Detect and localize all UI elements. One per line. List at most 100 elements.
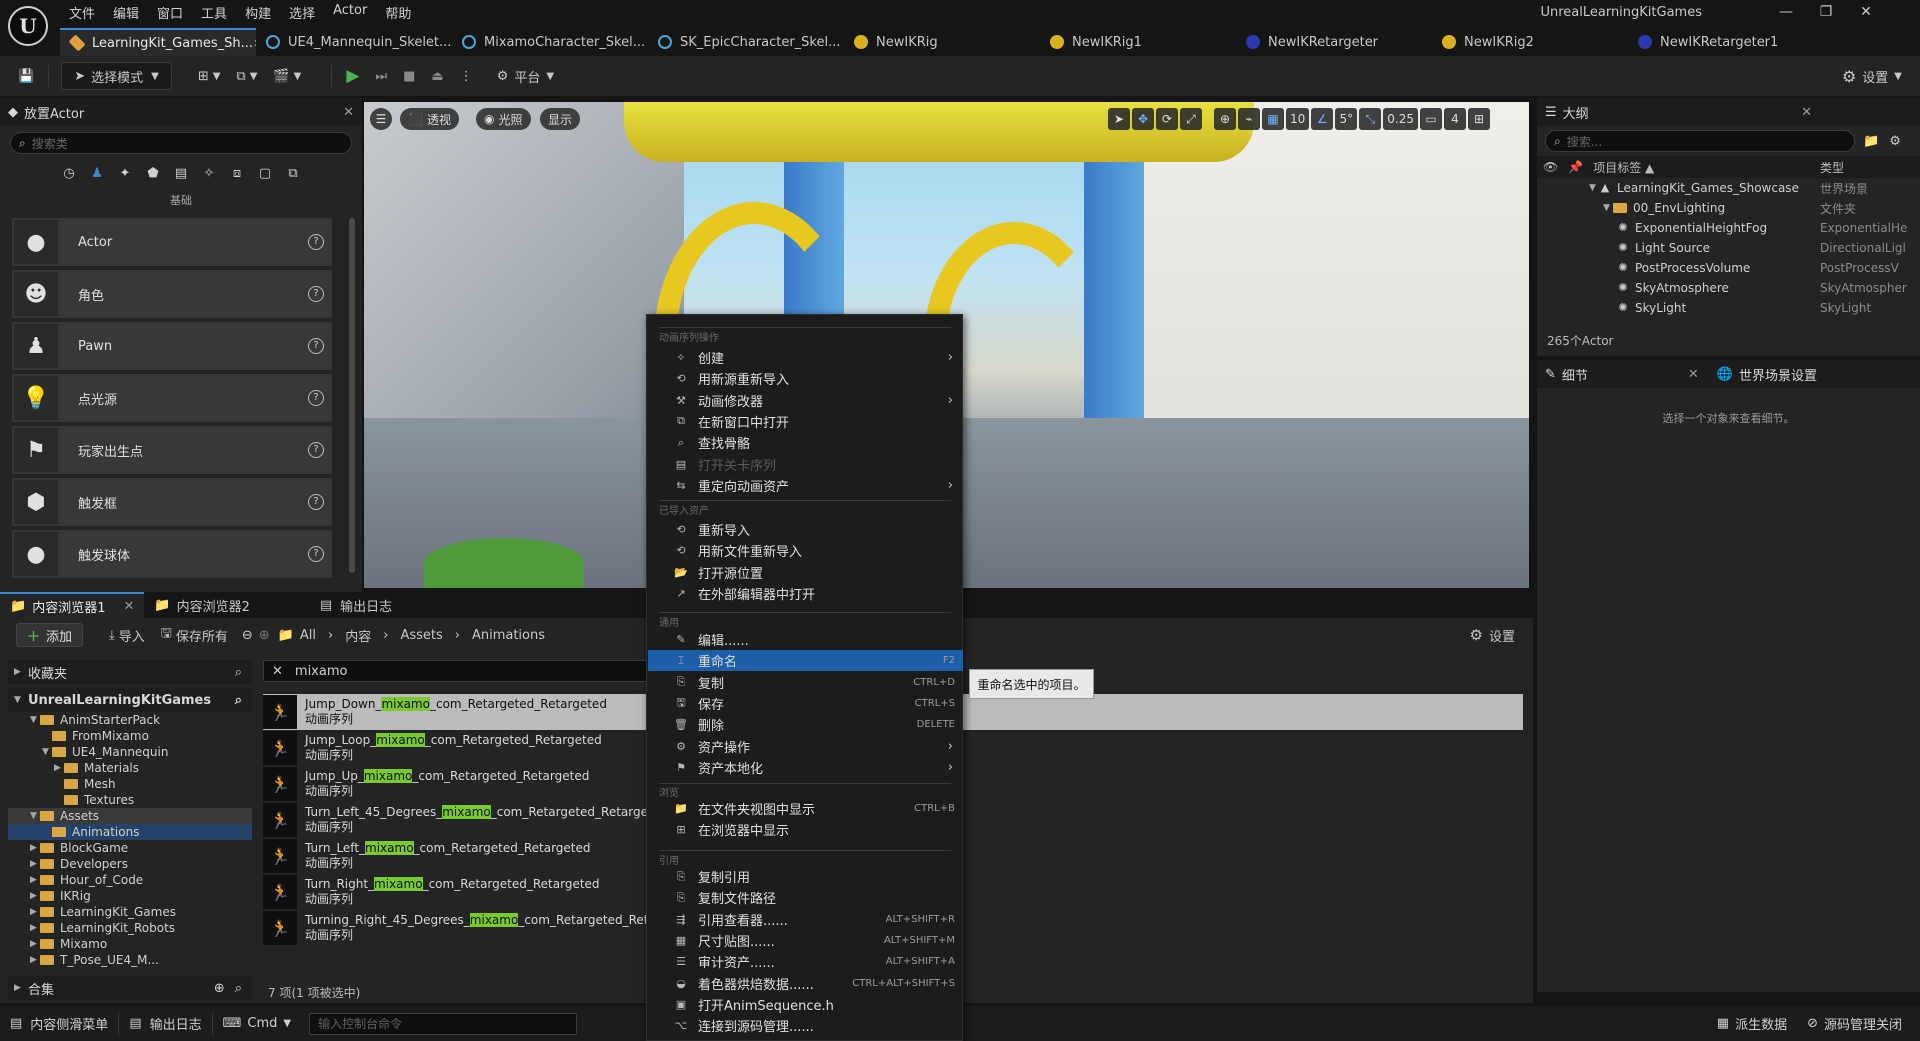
add-collection-icon[interactable]: ⊕ (214, 981, 225, 996)
chevron-down-icon[interactable]: ▼ (1603, 203, 1613, 213)
scrollbar[interactable] (349, 218, 355, 573)
outliner-row[interactable]: ✺ ExponentialHeightFog ExponentialHe (1537, 218, 1920, 238)
close-icon[interactable]: ✕ (123, 599, 134, 614)
help-icon[interactable]: ? (308, 234, 324, 250)
surface-snap-icon[interactable]: ⌁ (1238, 108, 1260, 130)
menu-item[interactable]: 🗑 删除 DELETE (648, 714, 963, 735)
stop-icon[interactable]: ■ (395, 62, 423, 90)
folder-tree-item[interactable]: ▶ Hour_of_Code (8, 872, 252, 888)
menu-item[interactable]: 📂 打开源位置 (648, 562, 963, 583)
perspective-button[interactable]: ⬛ 透视 (400, 108, 459, 130)
search-icon[interactable]: ⌕ (235, 665, 242, 680)
folder-tree-item[interactable]: ▼ UE4_Mannequin (8, 744, 252, 760)
menu-item[interactable]: ⟲ 用新文件重新导入 (648, 540, 963, 561)
menu-item[interactable]: ⧉ 在新窗口中打开 (648, 411, 963, 432)
gear-icon[interactable]: ⚙ (1889, 134, 1901, 149)
eject-icon[interactable]: ⏏ (423, 62, 451, 90)
menu-item[interactable]: ⟲ 用新源重新导入 (648, 368, 963, 389)
platform-button[interactable]: ⚙ 平台 ▼ (489, 62, 562, 90)
play-options-icon[interactable]: ⋮ (452, 62, 481, 90)
chevron-right-icon[interactable]: ▶ (30, 843, 40, 853)
menu-item[interactable]: ⎘ 复制文件路径 (648, 887, 963, 908)
source-control-button[interactable]: ⊘ 源码管理关闭 (1797, 1009, 1912, 1039)
output-log-button[interactable]: ▤ 输出日志 (119, 1009, 211, 1039)
type-column[interactable]: 类型 (1820, 159, 1844, 176)
add-content-button[interactable]: ⊞ ▼ (190, 62, 229, 90)
asset-search-input[interactable]: ✕ mixamo (263, 660, 653, 682)
basic-category-icon[interactable]: ♟ (86, 162, 108, 184)
menu-item[interactable]: ⇆ 重定向动画资产 › (648, 475, 963, 496)
grid-snap-icon[interactable]: ▦ (1262, 108, 1284, 130)
folder-tree-item[interactable]: Textures (8, 792, 252, 808)
maximize-icon[interactable]: ❐ (1816, 4, 1836, 24)
show-button[interactable]: 显示 (540, 108, 581, 130)
cinematic-icon[interactable]: ▤ (170, 162, 192, 184)
chevron-down-icon[interactable]: ▼ (1589, 183, 1599, 193)
blueprint-button[interactable]: ⧉ ▼ (228, 62, 265, 90)
menu-item[interactable]: ⚑ 资产本地化 › (648, 757, 963, 778)
cmd-selector[interactable]: ⌨ Cmd ▼ (213, 1009, 301, 1039)
document-tab[interactable]: NewIKRig1 (1040, 28, 1236, 56)
menu-item[interactable]: ⇶ 引用查看器...... ALT+SHIFT+R (648, 909, 963, 930)
rotation-snap-value[interactable]: 5° (1335, 108, 1358, 130)
menu-item[interactable]: 窗口 (148, 0, 192, 24)
scale-snap-icon[interactable]: ⤡ (1359, 108, 1382, 130)
menu-item[interactable]: ✧ 创建 › (648, 347, 963, 368)
document-tab[interactable]: MixamoCharacter_Skel... (452, 28, 648, 56)
document-tab[interactable]: UE4_Mannequin_Skelet... (256, 28, 452, 56)
clear-icon[interactable]: ✕ (272, 664, 283, 679)
favorites-header[interactable]: ▶ 收藏夹 ⌕ (8, 660, 252, 684)
menu-item[interactable]: ⚒ 动画修改器 › (648, 390, 963, 411)
actor-list-item[interactable]: ● Actor? (12, 218, 332, 266)
lights-icon[interactable]: ✦ (114, 162, 136, 184)
grid-snap-value[interactable]: 10 (1286, 108, 1310, 130)
menu-item[interactable]: ◒ 着色器烘焙数据...... CTRL+ALT+SHIFT+S (648, 973, 963, 994)
chevron-right-icon[interactable]: ▶ (30, 859, 40, 869)
breadcrumb-item[interactable]: Assets (400, 628, 442, 643)
document-tab[interactable]: NewIKRetargeter1 (1628, 28, 1824, 56)
collections-header[interactable]: ▶ 合集 ⊕ ⌕ (8, 976, 252, 1000)
content-settings-button[interactable]: ⚙ 设置 (1462, 621, 1523, 649)
menu-item[interactable]: 帮助 (376, 0, 420, 24)
help-icon[interactable]: ? (308, 546, 324, 562)
folder-tree-item[interactable]: ▼ Assets (8, 808, 252, 824)
unreal-logo-icon[interactable]: U (8, 6, 48, 46)
menu-item[interactable]: 工具 (192, 0, 236, 24)
menu-item[interactable]: 编辑 (104, 0, 148, 24)
select-tool-icon[interactable]: ➤ (1108, 108, 1130, 130)
document-tab[interactable]: NewIKRetargeter (1236, 28, 1432, 56)
close-icon[interactable]: ✕ (1856, 4, 1876, 24)
folder-tree-item[interactable]: ▼ AnimStarterPack (8, 712, 252, 728)
actor-list-item[interactable]: 💡 点光源? (12, 374, 332, 422)
forward-icon[interactable]: ⊕ (259, 628, 270, 643)
tab-details[interactable]: 细节 (1562, 365, 1588, 384)
menu-item[interactable]: ⊞ 在浏览器中显示 (648, 819, 963, 840)
close-icon[interactable]: ✕ (1801, 105, 1812, 120)
menu-item[interactable]: ⌶ 重命名 F2 (648, 650, 963, 672)
chevron-right-icon[interactable]: ▶ (30, 939, 40, 949)
document-tab[interactable]: SK_EpicCharacter_Skel... (648, 28, 844, 56)
play-icon[interactable]: ▶ (338, 62, 367, 90)
menu-item[interactable]: ✎ 编辑...... (648, 629, 963, 650)
console-input[interactable]: 输入控制台命令 (309, 1012, 578, 1035)
shapes-icon[interactable]: ⬟ (142, 162, 164, 184)
selection-mode-button[interactable]: ➤ 选择模式 ▼ (61, 62, 172, 90)
folder-tree-item[interactable]: ▶ LearningKit_Games (8, 904, 252, 920)
tab-content-browser-1[interactable]: 📁 内容浏览器1 ✕ (0, 592, 145, 618)
derived-data-button[interactable]: ▦ 派生数据 (1707, 1009, 1797, 1039)
viewport-options-button[interactable]: ☰ (370, 108, 392, 130)
menu-item[interactable]: ⌕ 查找骨骼 (648, 432, 963, 453)
document-tab[interactable]: NewIKRig (844, 28, 1040, 56)
folder-tree-item[interactable]: ▶ T_Pose_UE4_M... (8, 952, 252, 968)
lighting-button[interactable]: ◉ 光照 (476, 108, 531, 130)
add-button[interactable]: ＋ 添加 (16, 623, 84, 647)
menu-item[interactable]: Actor (324, 0, 376, 24)
menu-item[interactable]: 构建 (236, 0, 280, 24)
search-icon[interactable]: ⌕ (235, 981, 242, 996)
menu-item[interactable]: ↗ 在外部编辑器中打开 (648, 583, 963, 604)
pin-icon[interactable]: 📌 (1568, 160, 1583, 174)
menu-item[interactable]: ⎘ 复制 CTRL+D (648, 672, 963, 693)
folder-tree-item[interactable]: FromMixamo (8, 728, 252, 744)
menu-item[interactable]: ⚙ 资产操作 › (648, 736, 963, 757)
geometry-icon[interactable]: ⧈ (226, 162, 248, 184)
